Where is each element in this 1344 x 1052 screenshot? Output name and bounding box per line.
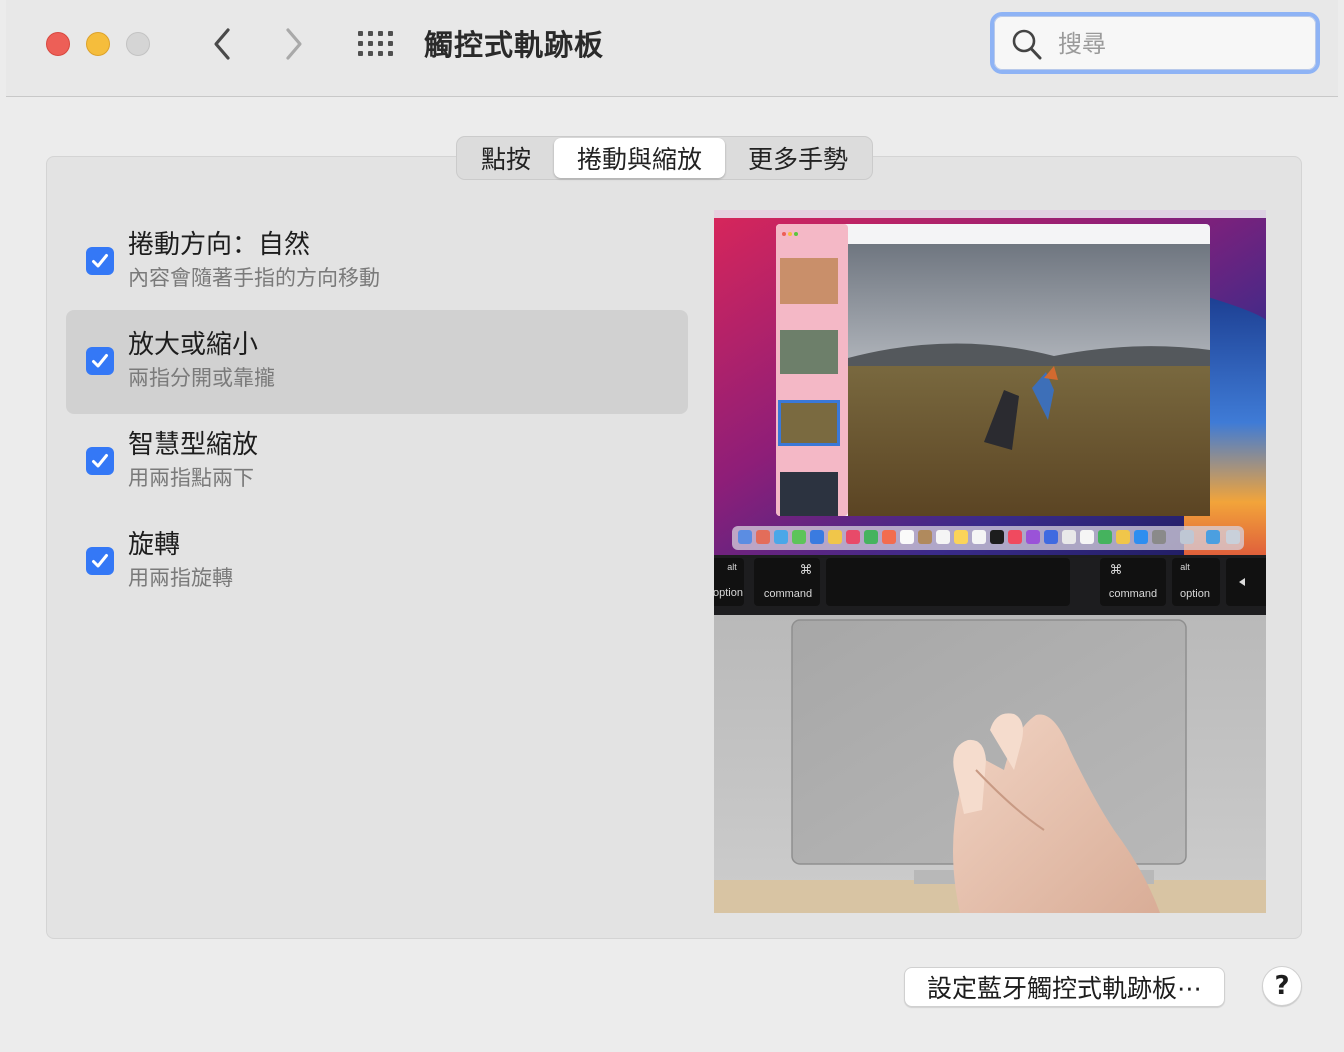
key-command-label: command: [1109, 588, 1157, 600]
key-command-symbol: ⌘: [1110, 563, 1123, 578]
key-alt-label: alt: [1180, 562, 1190, 572]
checkmark-icon: [92, 454, 108, 468]
close-button[interactable]: [46, 32, 70, 56]
chevron-right-icon: [286, 28, 302, 60]
option-title: 捲動方向：自然: [128, 230, 311, 260]
rotate-checkbox[interactable]: [86, 547, 114, 575]
option-subtitle: 用兩指旋轉: [128, 566, 233, 590]
checkmark-icon: [92, 554, 108, 568]
checkmark-icon: [92, 254, 108, 268]
tab-more-gestures[interactable]: 更多手勢: [725, 138, 871, 178]
back-button[interactable]: [202, 26, 242, 62]
zoom-button[interactable]: [126, 32, 150, 56]
search-input[interactable]: [1056, 26, 1300, 62]
title-bar: 觸控式軌跡板: [6, 0, 1338, 97]
smart-zoom-checkbox[interactable]: [86, 447, 114, 475]
option-subtitle: 內容會隨著手指的方向移動: [128, 266, 380, 290]
key-command-label: command: [764, 588, 812, 600]
option-scroll-direction[interactable]: 捲動方向：自然 內容會隨著手指的方向移動: [66, 210, 688, 314]
preview-illustration: alt option ⌘ command ⌘ command alt optio…: [714, 210, 1266, 913]
option-title: 旋轉: [128, 530, 181, 560]
search-icon: [1012, 29, 1042, 60]
option-zoom-in-out[interactable]: 放大或縮小 兩指分開或靠攏: [66, 310, 688, 414]
gesture-preview-video: alt option ⌘ command ⌘ command alt optio…: [714, 210, 1266, 913]
option-smart-zoom[interactable]: 智慧型縮放 用兩指點兩下: [66, 410, 688, 514]
tab-scroll-and-zoom[interactable]: 捲動與縮放: [554, 138, 726, 178]
forward-button[interactable]: [274, 26, 314, 62]
window-title: 觸控式軌跡板: [424, 28, 605, 62]
option-title: 放大或縮小: [128, 330, 259, 360]
option-title: 智慧型縮放: [128, 430, 259, 460]
option-subtitle: 用兩指點兩下: [128, 466, 254, 490]
scroll-direction-checkbox[interactable]: [86, 247, 114, 275]
key-option-label: option: [1180, 588, 1210, 600]
minimize-button[interactable]: [86, 32, 110, 56]
zoom-in-out-checkbox[interactable]: [86, 347, 114, 375]
option-subtitle: 兩指分開或靠攏: [128, 366, 275, 390]
key-alt-label: alt: [727, 562, 737, 572]
chevron-left-icon: [214, 28, 230, 60]
setup-bluetooth-trackpad-button[interactable]: 設定藍牙觸控式軌跡板⋯: [904, 967, 1226, 1007]
search-field[interactable]: [990, 12, 1320, 74]
tab-bar: 點按 捲動與縮放 更多手勢: [456, 136, 874, 180]
key-command-symbol: ⌘: [800, 563, 813, 578]
key-option-label: option: [714, 587, 743, 599]
checkmark-icon: [92, 354, 108, 368]
show-all-grid-icon[interactable]: [358, 31, 394, 57]
tab-point-and-click[interactable]: 點按: [458, 138, 554, 178]
option-rotate[interactable]: 旋轉 用兩指旋轉: [66, 510, 688, 614]
help-button[interactable]: ?: [1262, 966, 1302, 1006]
preferences-window: 觸控式軌跡板 點按 捲動與縮放 更多手勢 捲動方向：自然 內容會隨著手指的方向移…: [6, 0, 1338, 1046]
